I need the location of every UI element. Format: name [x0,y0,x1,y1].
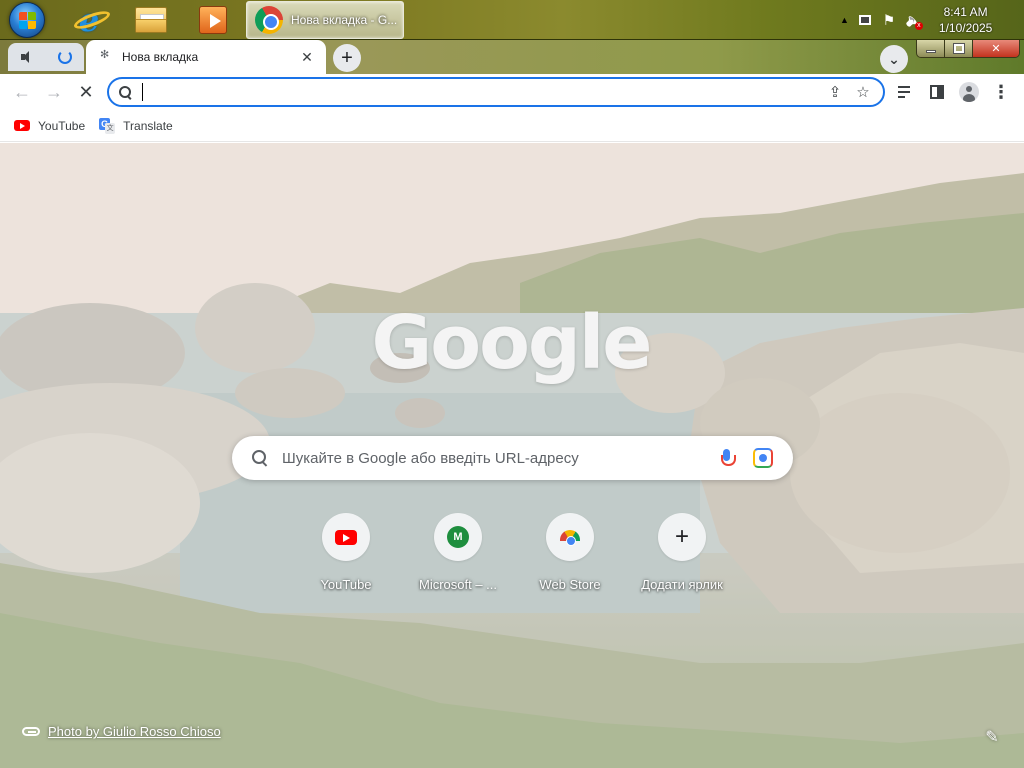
address-bar[interactable]: ⇪ ☆ [107,77,885,107]
browser-toolbar: ← → ✕ ⇪ ☆ ⋮ [0,74,1024,110]
youtube-icon [14,120,30,131]
taskbar-internet-explorer[interactable]: e [66,0,112,40]
shortcut-label: Microsoft – ... [418,577,498,592]
pinned-tab-group [8,43,84,71]
close-window-button[interactable]: ✕ [973,40,1019,57]
google-logo: Google [371,300,653,386]
taskbar-chrome-window[interactable]: Нова вкладка - G... [246,1,404,39]
new-tab-page: Google Шукайте в Google або введіть URL-… [0,143,1024,768]
windows-taskbar: e Нова вкладка - G... ▲ x 8:41 AM 1/10/2… [0,0,1024,40]
back-button[interactable]: ← [7,77,37,107]
shortcut-web-store[interactable]: Web Store [520,513,620,603]
taskbar-window-label: Нова вкладка - G... [291,13,398,27]
avatar-icon [959,82,979,102]
action-center-flag-icon[interactable] [881,12,897,28]
speaker-icon [21,51,33,63]
folder-icon [135,7,167,33]
loading-spinner-icon [58,50,72,64]
plus-icon: + [674,523,689,550]
star-icon: ☆ [856,84,870,101]
media-queue-icon [898,86,912,98]
side-panel-button[interactable] [922,77,952,107]
search-icon [119,85,132,99]
tab-title: Нова вкладка [122,50,199,64]
minimize-icon [925,50,936,53]
address-input[interactable] [142,83,821,101]
three-dots-vertical-icon: ⋮ [992,81,1010,102]
search-placeholder: Шукайте в Google або введіть URL-адресу [282,449,579,467]
system-tray: ▲ x 8:41 AM 1/10/2025 [834,0,1024,40]
photo-credit-link[interactable]: Photo by Giulio Rosso Chioso [22,724,221,739]
customize-chrome-button[interactable]: ✎ [982,727,1002,747]
bookmark-label: Translate [123,118,173,133]
forward-button[interactable]: → [39,77,69,107]
window-controls: ✕ [916,40,1020,58]
start-button[interactable] [4,0,50,40]
voice-search-mic-icon[interactable] [715,446,739,470]
side-panel-icon [930,85,944,99]
arrow-right-icon: → [45,81,63,102]
taskbar-clock[interactable]: 8:41 AM 1/10/2025 [939,4,992,36]
shortcut-tile [322,513,370,561]
share-icon: ⇪ [828,84,842,101]
media-play-icon [199,6,227,34]
internet-explorer-icon: e [71,4,112,36]
stop-loading-button[interactable]: ✕ [71,77,101,107]
bookmark-label: YouTube [38,118,86,133]
shortcut-label: Web Store [539,577,601,592]
tab-search-button[interactable]: ⌄ [880,45,908,73]
active-tab[interactable]: Нова вкладка ✕ [86,40,326,74]
search-icon [252,450,268,466]
link-icon [22,727,40,736]
bookmark-star-button[interactable]: ☆ [849,79,877,105]
chrome-web-store-icon [560,528,580,546]
shortcut-label: YouTube [320,577,372,592]
loading-tab[interactable] [46,43,84,71]
close-icon: ✕ [991,43,1001,55]
show-hidden-icons-arrow-icon[interactable]: ▲ [840,15,849,25]
arrow-left-icon: ← [13,81,31,102]
ntp-search-box[interactable]: Шукайте в Google або введіть URL-адресу [232,436,793,480]
shortcut-tile: M [434,513,482,561]
profile-button[interactable] [954,77,984,107]
taskbar-windows-explorer[interactable] [128,0,174,40]
bookmarks-bar: YouTube Translate [0,110,1024,142]
chrome-icon [255,6,283,34]
chrome-menu-button[interactable]: ⋮ [986,77,1016,107]
maximize-icon [952,43,965,54]
shortcut-youtube[interactable]: YouTube [296,513,396,603]
clock-time: 8:41 AM [943,5,988,19]
bookmark-youtube[interactable]: YouTube [8,114,91,138]
tab-close-icon[interactable]: ✕ [298,48,316,66]
chrome-tab-strip: Нова вкладка ✕ + ⌄ ✕ [0,40,1024,74]
new-tab-button[interactable]: + [333,44,361,72]
youtube-icon [335,529,357,545]
clock-date: 1/10/2025 [938,21,993,35]
audio-tab[interactable] [8,43,46,71]
bookmark-translate[interactable]: Translate [93,114,179,138]
shortcut-label: Додати ярлик [641,577,723,592]
shortcut-tile: + [658,513,706,561]
chevron-down-icon: ⌄ [888,51,900,67]
minimize-button[interactable] [917,40,945,57]
shortcut-microsoft[interactable]: M Microsoft – ... [408,513,508,603]
pencil-icon: ✎ [985,729,999,746]
new-tab-favicon-icon [100,48,112,63]
microsoft-m-icon: M [447,526,469,548]
google-translate-icon [99,117,116,134]
photo-credit-text: Photo by Giulio Rosso Chioso [48,724,221,739]
media-controls-button[interactable] [890,77,920,107]
shortcut-tile [546,513,594,561]
windows-start-icon [9,2,45,38]
volume-muted-icon[interactable]: x [905,12,923,30]
network-icon[interactable] [857,12,873,28]
maximize-button[interactable] [945,40,973,57]
shortcuts-grid: YouTube M Microsoft – ... Web Store + До… [296,513,736,603]
share-button[interactable]: ⇪ [821,79,849,105]
google-lens-camera-icon[interactable] [753,448,773,468]
stop-x-icon: ✕ [78,81,94,102]
taskbar-media-player[interactable] [190,0,236,40]
shortcut-add[interactable]: + Додати ярлик [632,513,732,603]
